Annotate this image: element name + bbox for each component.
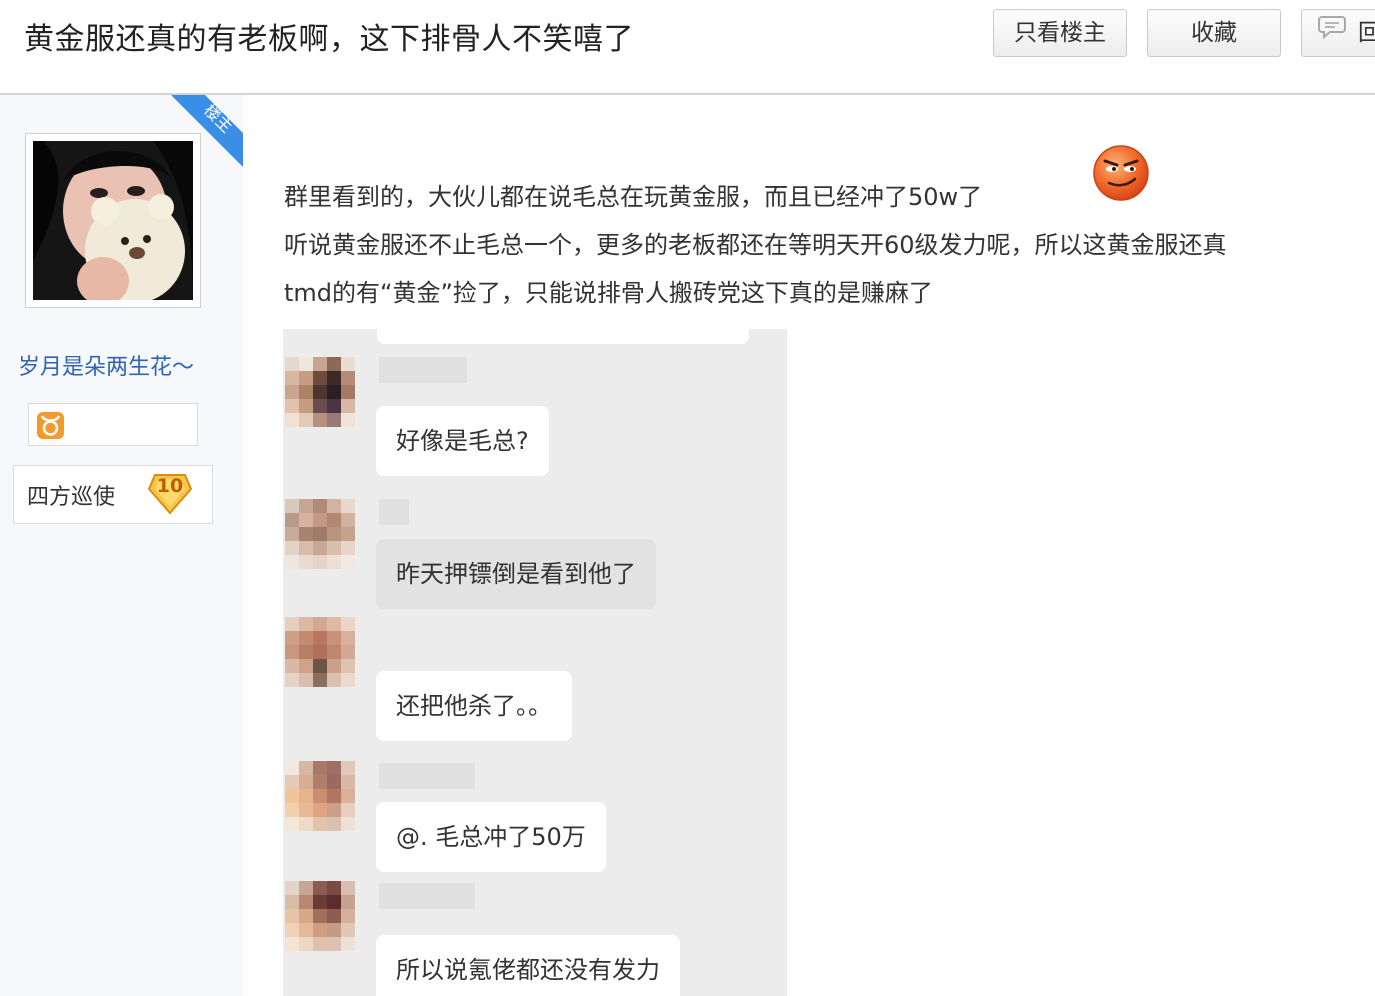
only-op-button[interactable]: 只看楼主 (993, 9, 1127, 57)
smirk-emoji-icon (1093, 145, 1149, 201)
author-avatar[interactable] (25, 133, 201, 308)
chat-avatar-blurred (285, 761, 355, 831)
user-icon-box (28, 403, 198, 446)
chat-message-bubble: 昨天押镖倒是看到他了 (376, 539, 656, 609)
post-line: 听说黄金服还不止毛总一个，更多的老板都还在等明天开60级发力呢，所以这黄金服还真 (284, 231, 1227, 259)
chat-message-bubble: @. 毛总冲了50万 (376, 802, 606, 872)
chat-nickname-blurred (379, 883, 475, 909)
post-content: 群里看到的，大伙儿都在说毛总在玩黄金服，而且已经冲了50w了 听说黄金服还不止毛… (284, 173, 1375, 317)
chat-avatar-blurred (285, 881, 355, 951)
chat-partial-bubble (377, 329, 749, 344)
level-title: 四方巡使 (27, 485, 116, 510)
chat-nickname-blurred (379, 357, 467, 383)
chat-message-bubble: 所以说氪佬都还没有发力 (376, 935, 680, 996)
chat-screenshot-image: 好像是毛总? 昨天押镖倒是看到他了 还把他杀了。。 @. 毛总冲了50万 所以说… (283, 329, 787, 996)
user-level-box[interactable]: 四方巡使 10 (13, 465, 213, 524)
favorite-button[interactable]: 收藏 (1147, 9, 1281, 57)
reply-label: 回复 (1358, 20, 1375, 46)
level-number: 10 (156, 475, 184, 497)
chat-message-bubble: 好像是毛总? (376, 406, 549, 476)
avatar-image (33, 141, 193, 300)
chat-avatar-blurred (285, 357, 355, 427)
comment-bubble-icon (1318, 10, 1346, 55)
post-line: tmd的有“黄金”捡了，只能说排骨人搬砖党这下真的是赚麻了 (284, 279, 933, 307)
post-line: 群里看到的，大伙儿都在说毛总在玩黄金服，而且已经冲了50w了 (284, 183, 983, 211)
reply-button[interactable]: 回复 (1301, 9, 1375, 57)
chat-avatar-blurred (285, 617, 355, 687)
chat-nickname-blurred (379, 499, 409, 525)
chat-nickname-blurred (379, 763, 475, 789)
author-sidebar: 楼主 岁月是朵两生花～ 四方巡使 10 (0, 95, 243, 996)
chat-message-bubble: 还把他杀了。。 (376, 671, 572, 741)
chat-avatar-blurred (285, 499, 355, 569)
thread-title: 黄金服还真的有老板啊，这下排骨人不笑嘻了 (24, 22, 634, 57)
thread-header: 黄金服还真的有老板啊，这下排骨人不笑嘻了 只看楼主 收藏 回复 (0, 0, 1375, 95)
taurus-icon[interactable] (37, 412, 64, 439)
author-username-link[interactable]: 岁月是朵两生花～ (18, 349, 194, 381)
